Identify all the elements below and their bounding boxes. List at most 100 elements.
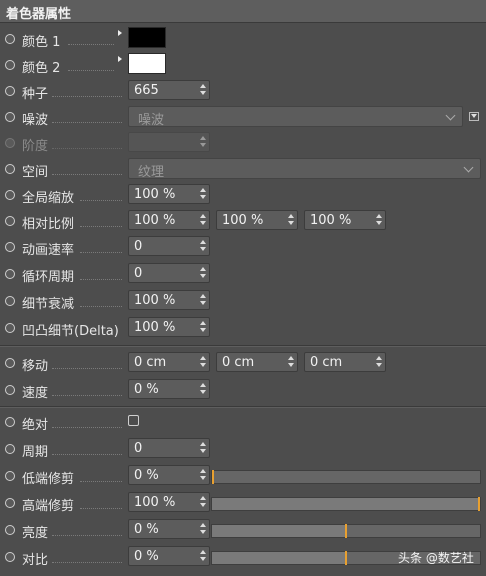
contrast-field[interactable]: 0 % xyxy=(128,546,210,566)
leader-dots xyxy=(52,427,122,428)
slider-handle[interactable] xyxy=(345,551,347,565)
chevron-down-icon xyxy=(463,162,474,173)
spinner-arrows-icon[interactable] xyxy=(376,356,382,368)
label-high-clip: 高端修剪 xyxy=(22,499,75,514)
delta-value: 100 % xyxy=(134,320,176,335)
animate-radio-absolute[interactable] xyxy=(5,417,15,427)
slider-handle[interactable] xyxy=(345,524,347,538)
relative-scale-z-field[interactable]: 100 % xyxy=(304,210,386,230)
spinner-arrows-icon[interactable] xyxy=(200,188,206,200)
low-clip-slider[interactable] xyxy=(211,470,481,484)
velocity-value: 0 % xyxy=(134,382,159,397)
animate-radio-low-clip[interactable] xyxy=(5,471,15,481)
animate-radio-move[interactable] xyxy=(5,358,15,368)
leader-dots xyxy=(68,44,114,45)
label-contrast: 对比 xyxy=(22,553,49,568)
animate-radio-space[interactable] xyxy=(5,164,15,174)
spinner-arrows-icon[interactable] xyxy=(200,442,206,454)
expand-triangle-icon[interactable] xyxy=(118,30,122,36)
noise-dropdown[interactable]: 噪波 xyxy=(128,106,463,128)
animate-radio-brightness[interactable] xyxy=(5,525,15,535)
move-z-field[interactable]: 0 cm xyxy=(304,352,386,372)
noise-preview-toggle-icon[interactable] xyxy=(469,112,479,121)
relative-scale-z-value: 100 % xyxy=(310,213,352,228)
color1-swatch[interactable] xyxy=(128,27,166,48)
global-scale-field[interactable]: 100 % xyxy=(128,184,210,204)
spinner-arrows-icon[interactable] xyxy=(200,383,206,395)
spinner-arrows-icon[interactable] xyxy=(200,84,206,96)
panel-title: 着色器属性 xyxy=(6,7,72,22)
leader-dots xyxy=(52,148,122,149)
row-cycles: 周期 0 xyxy=(0,436,486,463)
spinner-arrows-icon[interactable] xyxy=(200,356,206,368)
row-velocity: 速度 0 % xyxy=(0,377,486,404)
label-cycles: 周期 xyxy=(22,445,49,460)
relative-scale-y-value: 100 % xyxy=(222,213,264,228)
velocity-field[interactable]: 0 % xyxy=(128,379,210,399)
spinner-arrows-icon[interactable] xyxy=(200,469,206,481)
animate-radio-octaves xyxy=(5,138,15,148)
relative-scale-x-field[interactable]: 100 % xyxy=(128,210,210,230)
spinner-arrows-icon[interactable] xyxy=(200,523,206,535)
animate-radio-color1[interactable] xyxy=(5,34,15,44)
absolute-checkbox[interactable] xyxy=(128,415,139,426)
leader-dots xyxy=(80,306,122,307)
anim-speed-field[interactable]: 0 xyxy=(128,236,210,256)
detail-atten-field[interactable]: 100 % xyxy=(128,290,210,310)
spinner-arrows-icon[interactable] xyxy=(288,214,294,226)
animate-radio-delta[interactable] xyxy=(5,323,15,333)
expand-triangle-icon[interactable] xyxy=(118,56,122,62)
low-clip-field[interactable]: 0 % xyxy=(128,465,210,485)
label-noise: 噪波 xyxy=(22,113,49,128)
animate-radio-velocity[interactable] xyxy=(5,385,15,395)
relative-scale-y-field[interactable]: 100 % xyxy=(216,210,298,230)
animate-radio-cycles[interactable] xyxy=(5,444,15,454)
spinner-arrows-icon[interactable] xyxy=(376,214,382,226)
animate-radio-high-clip[interactable] xyxy=(5,498,15,508)
cycles-field[interactable]: 0 xyxy=(128,438,210,458)
label-move: 移动 xyxy=(22,359,49,374)
label-global-scale: 全局缩放 xyxy=(22,191,75,206)
row-move: 移动 0 cm 0 cm 0 cm xyxy=(0,350,486,377)
high-clip-value: 100 % xyxy=(134,495,176,510)
delta-field[interactable]: 100 % xyxy=(128,317,210,337)
seed-field[interactable]: 665 xyxy=(128,80,210,100)
animate-radio-global-scale[interactable] xyxy=(5,190,15,200)
high-clip-slider[interactable] xyxy=(211,497,481,511)
label-absolute: 绝对 xyxy=(22,418,49,433)
animate-radio-loop-period[interactable] xyxy=(5,269,15,279)
slider-handle[interactable] xyxy=(478,497,480,511)
space-dropdown-value: 纹理 xyxy=(138,165,165,180)
animate-radio-seed[interactable] xyxy=(5,86,15,96)
animate-radio-anim-speed[interactable] xyxy=(5,242,15,252)
move-y-field[interactable]: 0 cm xyxy=(216,352,298,372)
leader-dots xyxy=(80,508,122,509)
panel-header: 着色器属性 xyxy=(0,0,486,23)
leader-dots xyxy=(80,279,122,280)
high-clip-field[interactable]: 100 % xyxy=(128,492,210,512)
spinner-arrows-icon[interactable] xyxy=(200,550,206,562)
spinner-arrows-icon[interactable] xyxy=(200,240,206,252)
chevron-down-icon xyxy=(445,110,456,121)
spinner-arrows-icon[interactable] xyxy=(200,496,206,508)
low-clip-value: 0 % xyxy=(134,468,159,483)
spinner-arrows-icon[interactable] xyxy=(200,321,206,333)
leader-dots xyxy=(80,252,122,253)
animate-radio-relative-scale[interactable] xyxy=(5,216,15,226)
spinner-arrows-icon[interactable] xyxy=(200,294,206,306)
loop-period-field[interactable]: 0 xyxy=(128,263,210,283)
animate-radio-detail-atten[interactable] xyxy=(5,296,15,306)
brightness-slider[interactable] xyxy=(211,524,481,538)
row-noise: 噪波 噪波 xyxy=(0,104,486,131)
brightness-field[interactable]: 0 % xyxy=(128,519,210,539)
color2-swatch[interactable] xyxy=(128,53,166,74)
spinner-arrows-icon[interactable] xyxy=(200,267,206,279)
move-x-field[interactable]: 0 cm xyxy=(128,352,210,372)
slider-handle[interactable] xyxy=(212,470,214,484)
spinner-arrows-icon[interactable] xyxy=(288,356,294,368)
spinner-arrows-icon[interactable] xyxy=(200,214,206,226)
animate-radio-contrast[interactable] xyxy=(5,552,15,562)
space-dropdown[interactable]: 纹理 xyxy=(128,158,481,180)
animate-radio-color2[interactable] xyxy=(5,60,15,70)
animate-radio-noise[interactable] xyxy=(5,112,15,122)
